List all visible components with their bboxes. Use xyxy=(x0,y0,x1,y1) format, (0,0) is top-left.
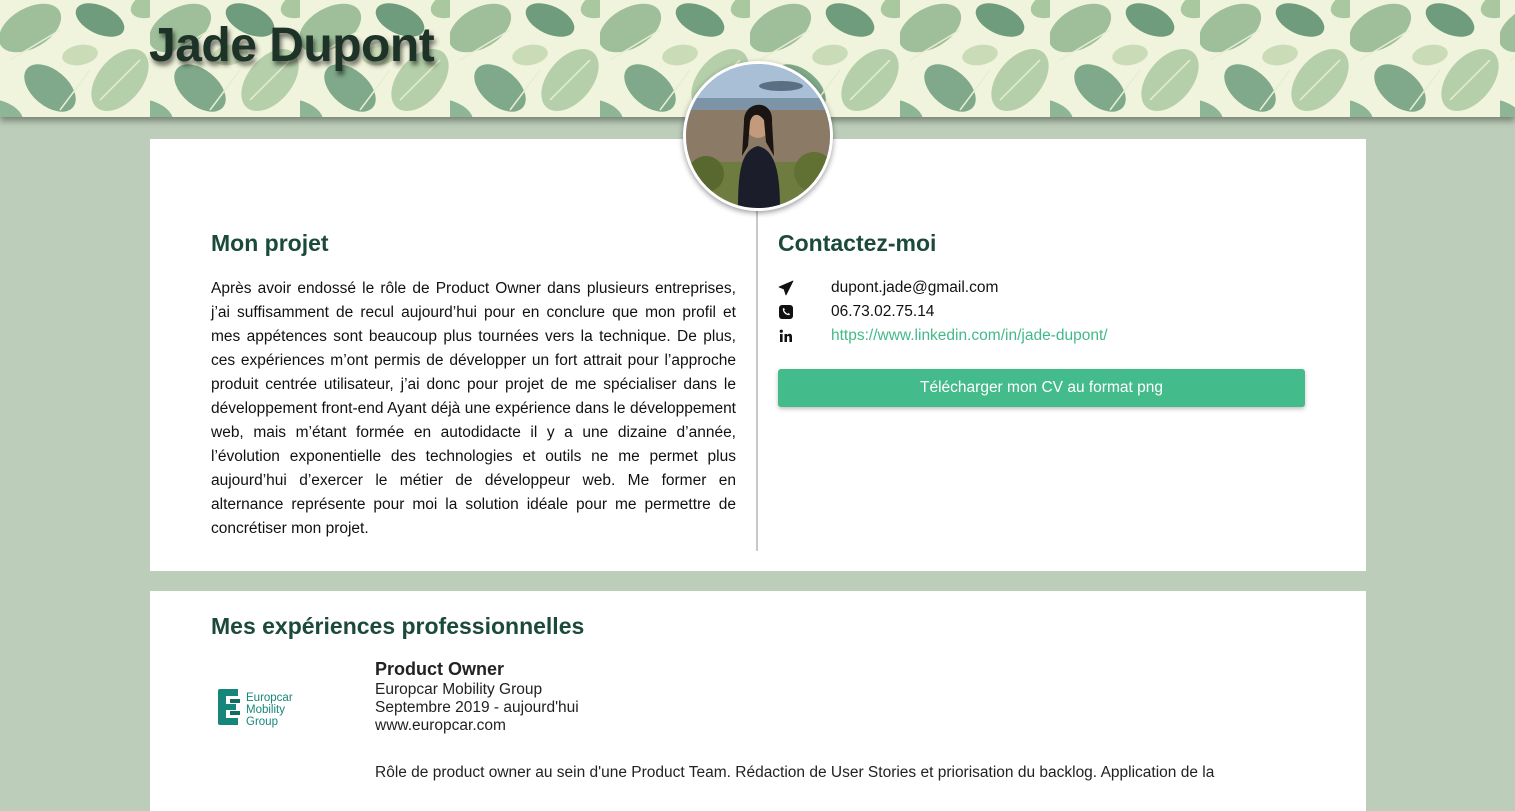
profile-photo xyxy=(686,64,830,208)
contact-linkedin-row: https://www.linkedin.com/in/jade-dupont/ xyxy=(778,326,1108,346)
svg-text:Mobility: Mobility xyxy=(246,704,285,716)
page-title: Jade Dupont xyxy=(149,19,435,72)
svg-text:Group: Group xyxy=(246,716,278,728)
linkedin-icon xyxy=(778,328,794,344)
svg-text:Europcar: Europcar xyxy=(246,692,293,704)
project-heading: Mon projet xyxy=(211,230,329,256)
contact-phone[interactable]: 06.73.02.75.14 xyxy=(831,303,934,321)
contact-phone-row: 06.73.02.75.14 xyxy=(778,302,934,322)
job-title: Product Owner xyxy=(375,659,505,679)
experiences-card: Mes expériences professionnelles Europca… xyxy=(150,591,1366,811)
column-divider xyxy=(756,209,758,551)
europcar-logo: Europcar Mobility Group xyxy=(216,687,316,729)
job-description: Rôle de product owner au sein d'une Prod… xyxy=(375,764,1215,781)
experiences-heading: Mes expériences professionnelles xyxy=(211,613,585,639)
phone-icon xyxy=(778,304,794,320)
company-website-link[interactable]: www.europcar.com xyxy=(375,717,506,735)
download-cv-button[interactable]: Télécharger mon CV au format png xyxy=(778,369,1305,407)
project-description: Après avoir endossé le rôle de Product O… xyxy=(211,280,736,537)
profile-avatar xyxy=(683,61,833,211)
job-company: Europcar Mobility Group xyxy=(375,681,543,698)
contact-email[interactable]: dupont.jade@gmail.com xyxy=(831,279,998,297)
contact-email-row: dupont.jade@gmail.com xyxy=(778,278,998,298)
job-period: Septembre 2019 - aujourd'hui xyxy=(375,699,579,716)
paper-plane-icon xyxy=(778,280,794,296)
contact-heading: Contactez-moi xyxy=(778,230,937,256)
linkedin-link[interactable]: https://www.linkedin.com/in/jade-dupont/ xyxy=(831,327,1108,345)
